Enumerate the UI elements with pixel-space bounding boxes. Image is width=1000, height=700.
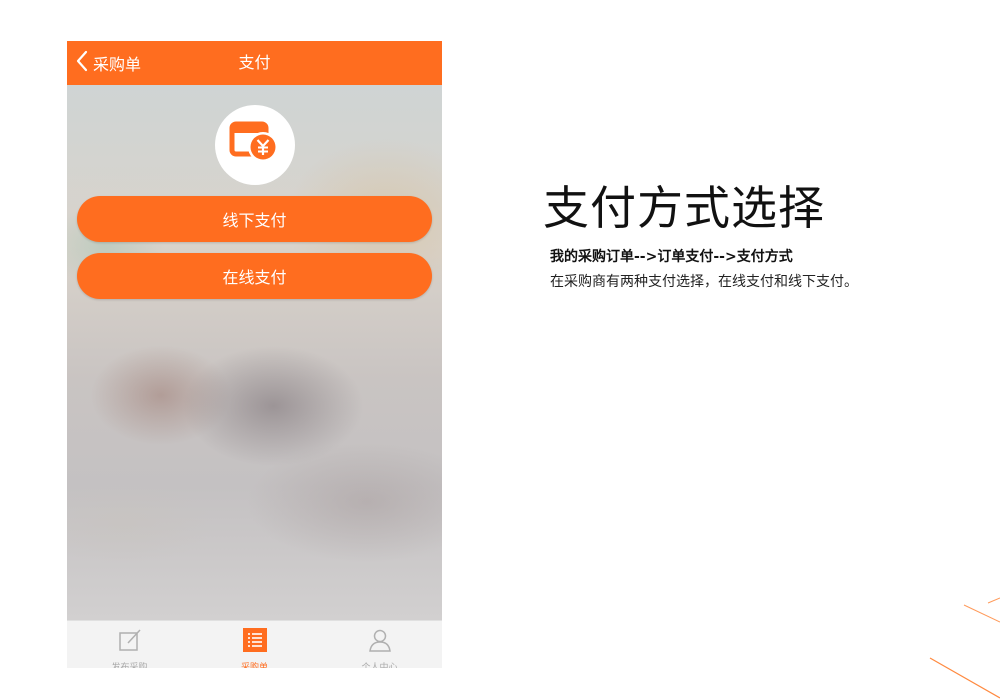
tab-label: 个人中心 xyxy=(361,663,398,668)
tab-publish-purchase[interactable]: 发布采购 xyxy=(67,621,192,668)
tab-purchase-orders[interactable]: 采购单 xyxy=(192,621,317,668)
bottom-tab-bar: 发布采购 采购单 个人中心 xyxy=(67,620,442,668)
user-icon xyxy=(367,627,393,657)
navigation-flow-text: 我的采购订单-->订单支付-->支付方式 xyxy=(550,249,793,265)
wallet-yuan-icon xyxy=(229,120,281,170)
phone-screen: 采购单 支付 线下支付 在线支付 发布采购 采购单 个人中心 xyxy=(67,41,442,668)
decorative-lines xyxy=(929,597,1000,699)
back-label: 采购单 xyxy=(93,55,142,74)
payment-icon-badge xyxy=(215,105,295,185)
list-icon xyxy=(242,627,268,657)
top-navigation-bar: 采购单 支付 xyxy=(67,41,442,85)
tab-personal-center[interactable]: 个人中心 xyxy=(317,621,442,668)
section-heading: 支付方式选择 xyxy=(543,181,825,235)
description-text: 在采购商有两种支付选择，在线支付和线下支付。 xyxy=(550,274,858,290)
offline-payment-button[interactable]: 线下支付 xyxy=(77,196,432,242)
back-button[interactable]: 采购单 xyxy=(75,41,141,85)
edit-icon xyxy=(117,627,143,657)
chevron-left-icon xyxy=(75,50,89,76)
tab-label: 发布采购 xyxy=(111,663,148,668)
online-payment-button[interactable]: 在线支付 xyxy=(77,253,432,299)
tab-label: 采购单 xyxy=(240,663,268,668)
